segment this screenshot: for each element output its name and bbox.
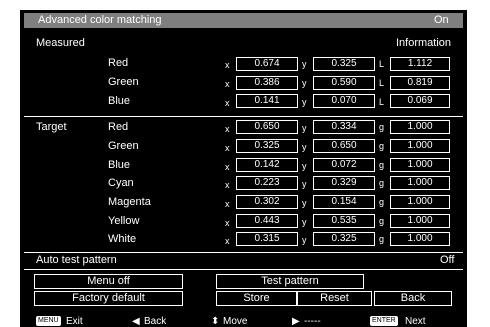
- target-row-label: Magenta: [108, 196, 151, 208]
- x-label: x: [225, 143, 230, 153]
- y-label: y: [302, 198, 307, 208]
- target-row-label: Cyan: [108, 177, 134, 189]
- target-row-label: Red: [108, 121, 129, 133]
- information-label: Information: [396, 37, 452, 49]
- target-white-y-field[interactable]: 0.325: [313, 232, 375, 246]
- move-hint: Move: [223, 316, 248, 327]
- target-yellow-y-field[interactable]: 0.535: [313, 214, 375, 228]
- y-label: y: [302, 123, 307, 133]
- target-red-x-field[interactable]: 0.650: [236, 120, 298, 134]
- measured-row-label: Blue: [108, 95, 131, 107]
- target-magenta-x-field[interactable]: 0.302: [236, 195, 298, 209]
- x-label: x: [225, 236, 230, 246]
- x-label: x: [225, 79, 230, 89]
- y-label: y: [302, 97, 307, 107]
- target-red-y-field[interactable]: 0.334: [313, 120, 375, 134]
- measured-blue-l-field[interactable]: 0.069: [390, 94, 450, 108]
- x-label: x: [225, 60, 230, 70]
- back-button[interactable]: Back: [374, 291, 452, 306]
- measured-blue-y-field[interactable]: 0.070: [313, 94, 375, 108]
- measured-red-x-field[interactable]: 0.674: [236, 57, 298, 71]
- divider: [24, 269, 463, 270]
- target-blue-y-field[interactable]: 0.072: [313, 158, 375, 172]
- x-label: x: [225, 124, 230, 134]
- exit-hint: Exit: [66, 316, 83, 327]
- header-value: On: [434, 14, 449, 26]
- measured-red-l-field[interactable]: 1.112: [390, 57, 450, 71]
- menu-off-button[interactable]: Menu off: [34, 274, 183, 289]
- measured-red-y-field[interactable]: 0.325: [313, 57, 375, 71]
- g-label: g: [379, 234, 385, 244]
- x-label: x: [225, 218, 230, 228]
- target-yellow-x-field[interactable]: 0.443: [236, 214, 298, 228]
- target-magenta-g-field[interactable]: 1.000: [390, 195, 450, 209]
- auto-test-pattern-value: Off: [440, 254, 455, 266]
- g-label: g: [379, 141, 385, 151]
- key-guide-bar: MENU Exit ◀ Back ⬍ Move ▶ ----- ENTER Ne…: [20, 316, 467, 327]
- target-row-label: White: [108, 233, 137, 245]
- reset-button[interactable]: Reset: [297, 291, 372, 306]
- x-label: x: [225, 162, 230, 172]
- factory-default-button[interactable]: Factory default: [34, 291, 183, 306]
- measured-green-l-field[interactable]: 0.819: [390, 76, 450, 90]
- g-label: g: [379, 122, 385, 132]
- next-hint: Next: [405, 316, 426, 327]
- target-label: Target: [36, 121, 67, 133]
- target-blue-x-field[interactable]: 0.142: [236, 158, 298, 172]
- up-down-arrow-icon: ⬍: [211, 316, 220, 327]
- g-label: g: [379, 178, 385, 188]
- y-label: y: [302, 142, 307, 152]
- header-title: Advanced color matching: [38, 14, 162, 26]
- y-label: y: [302, 78, 307, 88]
- target-row-label: Blue: [108, 159, 131, 171]
- y-label: y: [302, 59, 307, 69]
- target-white-x-field[interactable]: 0.315: [236, 232, 298, 246]
- target-yellow-g-field[interactable]: 1.000: [390, 214, 450, 228]
- target-row-label: Green: [108, 140, 139, 152]
- l-label: L: [379, 78, 385, 88]
- right-hint: -----: [304, 316, 321, 327]
- target-row-label: Yellow: [108, 215, 140, 227]
- target-magenta-y-field[interactable]: 0.154: [313, 195, 375, 209]
- target-red-g-field[interactable]: 1.000: [390, 120, 450, 134]
- x-label: x: [225, 199, 230, 209]
- menu-key-icon: MENU: [36, 316, 61, 326]
- target-blue-g-field[interactable]: 1.000: [390, 158, 450, 172]
- y-label: y: [302, 235, 307, 245]
- target-cyan-g-field[interactable]: 1.000: [390, 176, 450, 190]
- osd-panel: Advanced color matching On Measured Info…: [20, 10, 467, 316]
- g-label: g: [379, 216, 385, 226]
- left-arrow-icon: ◀: [132, 316, 140, 327]
- auto-test-pattern-label: Auto test pattern: [36, 254, 117, 266]
- measured-label: Measured: [36, 37, 85, 49]
- measured-blue-x-field[interactable]: 0.141: [236, 94, 298, 108]
- target-green-y-field[interactable]: 0.650: [313, 139, 375, 153]
- measured-green-x-field[interactable]: 0.386: [236, 76, 298, 90]
- y-label: y: [302, 179, 307, 189]
- store-button[interactable]: Store: [216, 291, 297, 306]
- target-cyan-y-field[interactable]: 0.329: [313, 176, 375, 190]
- right-arrow-icon: ▶: [292, 316, 300, 327]
- back-hint: Back: [144, 316, 167, 327]
- header-bar[interactable]: Advanced color matching On: [24, 13, 463, 28]
- l-label: L: [379, 59, 385, 69]
- target-green-x-field[interactable]: 0.325: [236, 139, 298, 153]
- l-label: L: [379, 97, 385, 107]
- measured-green-y-field[interactable]: 0.590: [313, 76, 375, 90]
- g-label: g: [379, 160, 385, 170]
- target-green-g-field[interactable]: 1.000: [390, 139, 450, 153]
- g-label: g: [379, 197, 385, 207]
- enter-key-icon: ENTER: [370, 316, 398, 326]
- x-label: x: [225, 180, 230, 190]
- measured-row-label: Green: [108, 76, 139, 88]
- target-cyan-x-field[interactable]: 0.223: [236, 176, 298, 190]
- target-white-g-field[interactable]: 1.000: [390, 232, 450, 246]
- divider: [24, 116, 463, 117]
- test-pattern-button[interactable]: Test pattern: [216, 274, 364, 289]
- measured-row-label: Red: [108, 57, 129, 69]
- y-label: y: [302, 217, 307, 227]
- y-label: y: [302, 161, 307, 171]
- x-label: x: [225, 98, 230, 108]
